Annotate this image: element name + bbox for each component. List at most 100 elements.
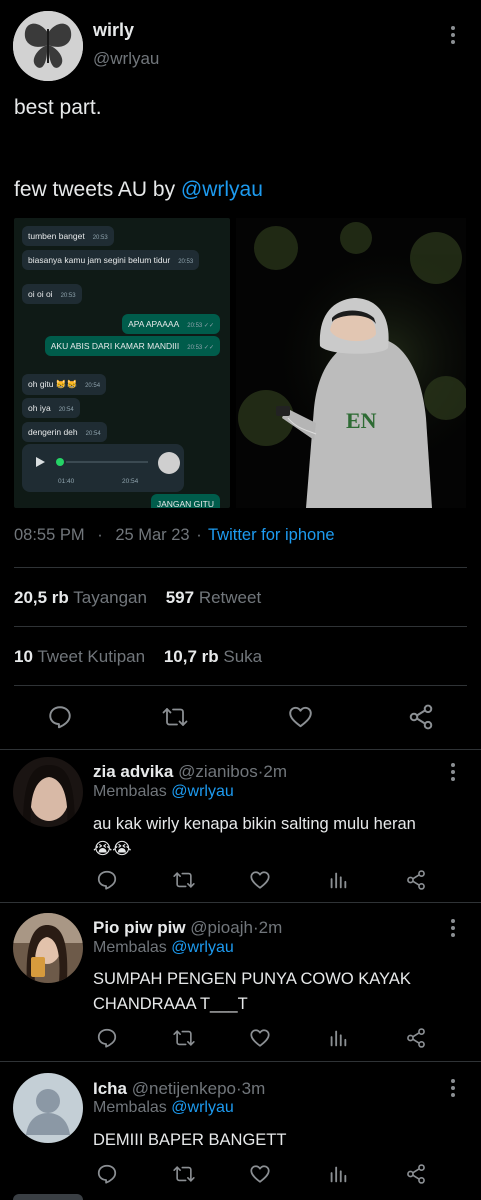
likes-stat[interactable]: 10,7 rb Suka: [164, 647, 262, 666]
likes-count: 10,7 rb: [163, 647, 219, 666]
views-chart-icon[interactable]: [328, 1163, 348, 1190]
more-options-icon[interactable]: [448, 763, 458, 784]
chat-bubble: oh iya 20:54: [22, 398, 80, 418]
chat-bubble-text: JANGAN GITU: [156, 499, 214, 508]
reply-header: zia advika @zianibos·2m: [93, 762, 287, 782]
chat-bubble-text: oi oi oi: [28, 289, 53, 299]
reply-author-name[interactable]: zia advika: [93, 762, 173, 781]
replying-to-link[interactable]: @wrlyau: [171, 939, 233, 956]
quotes-count: 10: [14, 647, 33, 666]
reply-author-name[interactable]: Icha: [93, 1079, 127, 1098]
chat-bubble-time: 20:53: [60, 293, 76, 299]
chat-bubble-text: dengerin deh: [28, 427, 78, 437]
voice-duration: 01:40: [58, 478, 75, 485]
chat-bubble-time: 20:53 ✓✓: [187, 323, 214, 329]
tweet-meta: 08:55 PM · 25 Mar 23 · Twitter for iphon…: [14, 526, 335, 545]
voice-waveform: [66, 461, 148, 463]
divider: [0, 902, 481, 903]
replying-to-link[interactable]: @wrlyau: [171, 783, 233, 800]
mention-link[interactable]: @wrlyau: [181, 178, 263, 201]
reply-icon[interactable]: [96, 869, 118, 896]
replying-to: Membalas @wrlyau: [93, 1099, 234, 1117]
author-avatar[interactable]: [13, 11, 83, 81]
retweet-icon[interactable]: [172, 1027, 196, 1054]
chat-bubble-time: 20:54: [85, 383, 101, 389]
retweet-icon[interactable]: [172, 869, 196, 896]
tweet-text-line1: best part.: [14, 96, 102, 119]
quotes-label: Tweet Kutipan: [37, 647, 146, 666]
person-photo: EN: [236, 218, 466, 508]
more-options-icon[interactable]: [448, 919, 458, 940]
author-handle[interactable]: @wrlyau: [93, 49, 159, 69]
share-icon[interactable]: [405, 1027, 427, 1054]
chat-bubble: dengerin deh 20:54: [22, 422, 107, 442]
tweet-text-line2: few tweets AU by @wrlyau: [14, 178, 263, 202]
stats-row-1: 20,5 rb Tayangan 597 Retweet: [14, 588, 261, 608]
like-heart-icon[interactable]: [249, 1163, 271, 1190]
reply-avatar[interactable]: [13, 913, 83, 983]
chat-bubble-time: 20:53 ✓✓: [187, 345, 214, 351]
replying-label: Membalas: [93, 939, 167, 956]
chat-bubble-time: 20:54: [58, 407, 74, 413]
divider: [0, 1061, 481, 1062]
chat-bubble-time: 20:54: [85, 431, 101, 437]
voice-sender-avatar: [158, 452, 180, 474]
like-heart-icon[interactable]: [249, 869, 271, 896]
replying-label: Membalas: [93, 783, 167, 800]
divider: [14, 685, 467, 686]
retweet-icon[interactable]: [161, 704, 189, 730]
chat-bubble: APA APAAAA 20:53 ✓✓: [122, 314, 220, 334]
tweet-source-link[interactable]: Twitter for iphone: [208, 526, 335, 544]
reply-text: au kak wirly kenapa bikin salting mulu h…: [93, 812, 463, 862]
author-name[interactable]: wirly: [93, 20, 134, 41]
photo-image[interactable]: EN: [236, 218, 466, 508]
tweet-date: 25 Mar 23: [115, 526, 190, 544]
like-heart-icon[interactable]: [249, 1027, 271, 1054]
like-heart-icon[interactable]: [287, 704, 314, 730]
chat-screenshot-image[interactable]: tumben banget 20:53 biasanya kamu jam segi…: [14, 218, 230, 508]
replying-to: Membalas @wrlyau: [93, 939, 234, 957]
replying-label: Membalas: [93, 1099, 167, 1116]
chat-bubble: tumben banget 20:53: [22, 226, 114, 246]
share-icon[interactable]: [407, 703, 435, 731]
chat-bubble-text: oh gitu 😸😸: [28, 379, 78, 389]
views-chart-icon[interactable]: [328, 1027, 348, 1054]
replying-to: Membalas @wrlyau: [93, 783, 234, 801]
reply-avatar[interactable]: [13, 757, 83, 827]
reply-avatar-photo: [13, 913, 83, 983]
retweet-icon[interactable]: [172, 1163, 196, 1190]
reply-age: 3m: [241, 1079, 266, 1098]
reply-author-handle[interactable]: @zianibos: [178, 762, 258, 781]
chat-bubble-text: AKU ABIS DARI KAMAR MANDIII: [50, 341, 180, 351]
reply-avatar[interactable]: [13, 1073, 83, 1143]
more-options-icon[interactable]: [448, 1079, 458, 1100]
chat-bubble-text: oh iya: [28, 403, 51, 413]
chat-bubble-text: APA APAAAA: [128, 319, 180, 329]
reply-avatar-photo: [13, 757, 83, 827]
chat-bubble: biasanya kamu jam segini belum tidur 20:5…: [22, 250, 200, 270]
reply-icon[interactable]: [96, 1027, 118, 1054]
tweet-time: 08:55 PM: [14, 526, 85, 544]
share-icon[interactable]: [405, 1163, 427, 1190]
retweets-stat[interactable]: 597 Retweet: [166, 588, 261, 607]
views-chart-icon[interactable]: [328, 869, 348, 896]
share-icon[interactable]: [405, 869, 427, 896]
more-options-icon[interactable]: [448, 26, 458, 47]
reply-text: SUMPAH PENGEN PUNYA COWO KAYAK CHANDRAAA…: [93, 970, 411, 1013]
retweets-label: Retweet: [198, 588, 262, 607]
reply-icon[interactable]: [47, 704, 73, 730]
reply-age: 2m: [258, 918, 283, 937]
reply-emoji: 😭😭: [93, 840, 132, 858]
reply-author-name[interactable]: Pio piw piw: [93, 918, 186, 937]
reply-icon[interactable]: [96, 1163, 118, 1190]
quotes-stat[interactable]: 10 Tweet Kutipan: [14, 647, 159, 666]
replying-to-link[interactable]: @wrlyau: [171, 1099, 233, 1116]
next-reply-avatar[interactable]: [13, 1194, 83, 1200]
reply-header: Pio piw piw @pioajh·2m: [93, 918, 282, 938]
chat-bubble-text: tumben banget: [28, 231, 85, 241]
likes-label: Suka: [223, 647, 263, 666]
reply-author-handle[interactable]: @netijenkepo: [132, 1079, 236, 1098]
divider: [14, 626, 467, 627]
reply-author-handle[interactable]: @pioajh: [190, 918, 253, 937]
play-icon: [36, 457, 45, 467]
